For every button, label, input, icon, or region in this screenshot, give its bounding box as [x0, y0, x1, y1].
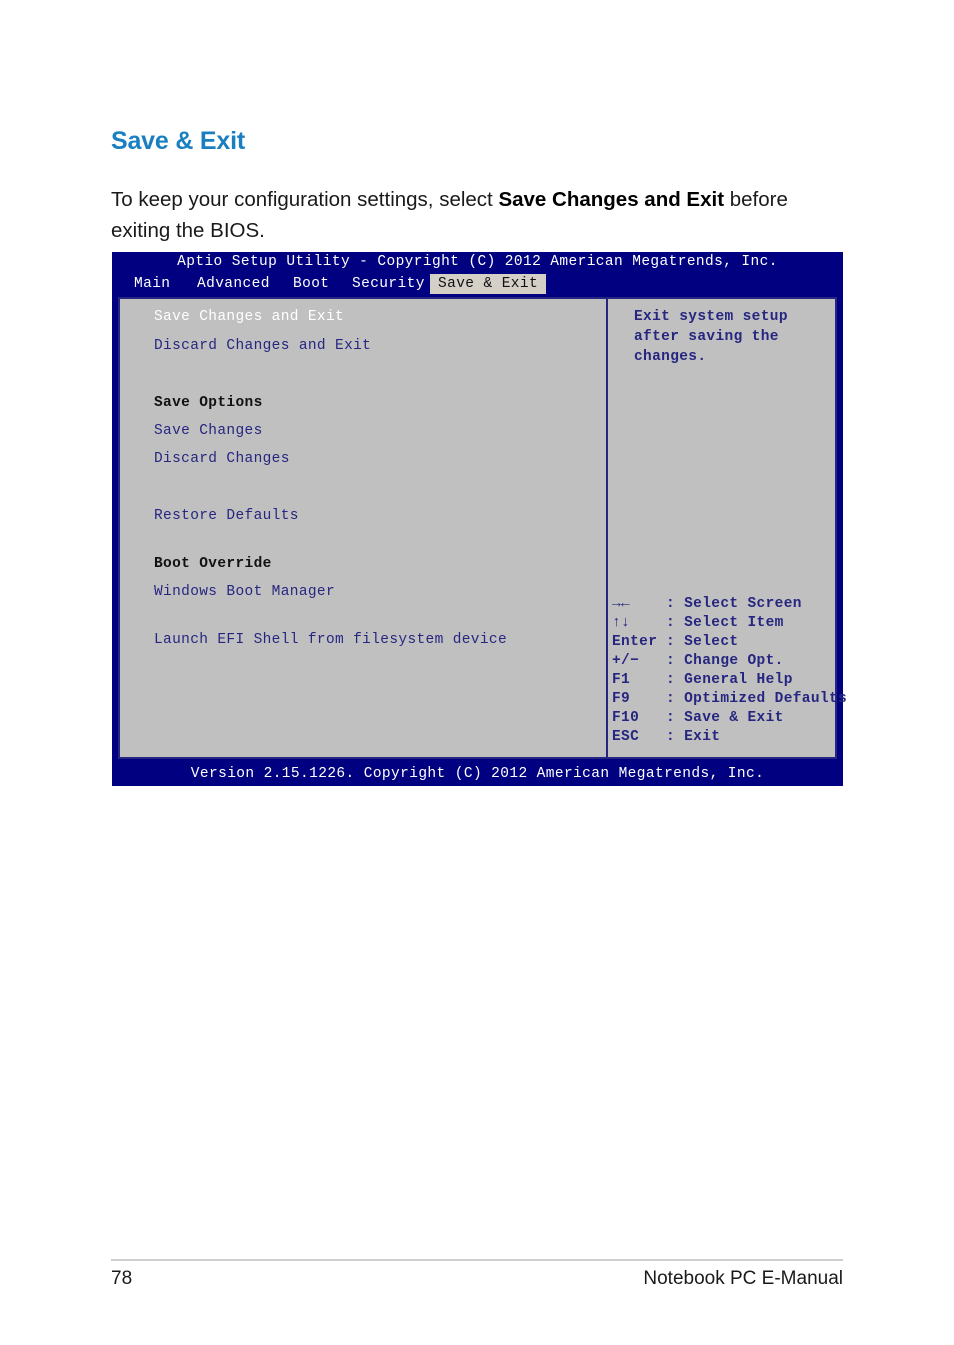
footer-divider	[111, 1259, 843, 1261]
bios-item-discard-changes[interactable]: Discard Changes	[154, 450, 290, 468]
bios-help-text-line-3: changes.	[634, 349, 707, 365]
bios-key-cap-5: F9	[612, 691, 631, 707]
bios-help-text-line-2: after saving the	[634, 329, 779, 345]
bios-key-select-item: ↑↓: Select Item	[612, 614, 784, 634]
bios-help-text-line-1: Exit system setup	[634, 309, 788, 325]
bios-key-change-opt: +/−: Change Opt.	[612, 652, 784, 672]
bios-key-action-5: Optimized Defaults	[684, 691, 848, 707]
bios-key-sep-3: :	[666, 653, 676, 669]
bios-item-restore-defaults[interactable]: Restore Defaults	[154, 507, 299, 525]
tab-advanced[interactable]: Advanced	[197, 274, 270, 294]
bios-key-action-0: Select Screen	[684, 596, 802, 612]
bios-key-sep-0: :	[666, 596, 676, 612]
footer-document-title: Notebook PC E-Manual	[643, 1268, 843, 1289]
bios-key-cap-3: +/−	[612, 653, 640, 669]
bios-key-action-6: Save & Exit	[684, 710, 784, 726]
bios-key-sep-2: :	[666, 634, 676, 650]
bios-key-optimized-defaults: F9: Optimized Defaults	[612, 690, 847, 710]
bios-right-pane: Exit system setup after saving the chang…	[610, 299, 847, 757]
bios-key-action-1: Select Item	[684, 615, 784, 631]
tab-security[interactable]: Security	[352, 274, 425, 294]
page-number: 78	[111, 1268, 133, 1289]
intro-paragraph-emphasis: Save Changes and Exit	[498, 187, 725, 211]
bios-key-cap-2: Enter	[612, 634, 658, 650]
bios-key-exit: ESC: Exit	[612, 728, 720, 748]
bios-item-save-changes-and-exit[interactable]: Save Changes and Exit	[154, 308, 344, 326]
bios-key-sep-5: :	[666, 691, 676, 707]
tab-main[interactable]: Main	[134, 274, 170, 294]
bios-key-enter: Enter: Select	[612, 633, 738, 653]
bios-section-save-options: Save Options	[154, 395, 263, 411]
bios-key-action-3: Change Opt.	[684, 653, 784, 669]
bios-key-general-help: F1: General Help	[612, 671, 793, 691]
bios-item-launch-efi-shell[interactable]: Launch EFI Shell from filesystem device	[154, 631, 507, 649]
bios-item-windows-boot-manager[interactable]: Windows Boot Manager	[154, 583, 335, 601]
tab-save-and-exit[interactable]: Save & Exit	[430, 274, 547, 294]
bios-key-cap-6: F10	[612, 710, 640, 726]
bios-key-action-4: General Help	[684, 672, 793, 688]
page-title: Save & Exit	[111, 126, 245, 155]
bios-item-discard-changes-and-exit[interactable]: Discard Changes and Exit	[154, 337, 371, 355]
bios-menubar: Main Advanced Boot Security Save & Exit	[112, 274, 843, 294]
bios-key-sep-6: :	[666, 710, 676, 726]
bios-key-sep-1: :	[666, 615, 676, 631]
manual-page: Save & Exit To keep your configuration s…	[0, 0, 954, 1345]
bios-section-boot-override: Boot Override	[154, 556, 272, 572]
bios-left-pane: Save Changes and Exit Discard Changes an…	[120, 299, 608, 757]
bios-key-action-7: Exit	[684, 729, 721, 745]
tab-boot[interactable]: Boot	[293, 274, 329, 294]
bios-version-footer: Version 2.15.1226. Copyright (C) 2012 Am…	[190, 766, 765, 782]
bios-item-save-changes[interactable]: Save Changes	[154, 422, 263, 440]
intro-paragraph-part1: To keep your configuration settings, sel…	[111, 187, 499, 211]
bios-screenshot: Aptio Setup Utility - Copyright (C) 2012…	[112, 252, 847, 786]
bios-titlebar: Aptio Setup Utility - Copyright (C) 2012…	[177, 254, 778, 270]
bios-key-cap-7: ESC	[612, 729, 640, 745]
bios-key-cap-4: F1	[612, 672, 631, 688]
bios-key-sep-7: :	[666, 729, 676, 745]
bios-key-action-2: Select	[684, 634, 739, 650]
bios-key-arrows-horizontal-icon: →←	[612, 596, 631, 612]
bios-key-save-and-exit: F10: Save & Exit	[612, 709, 784, 729]
intro-paragraph: To keep your configuration settings, sel…	[111, 184, 831, 246]
bios-content-area: Save Changes and Exit Discard Changes an…	[118, 297, 847, 759]
bios-key-select-screen: →←: Select Screen	[612, 595, 802, 615]
bios-key-arrows-vertical-icon: ↑↓	[612, 615, 631, 631]
bios-key-sep-4: :	[666, 672, 676, 688]
